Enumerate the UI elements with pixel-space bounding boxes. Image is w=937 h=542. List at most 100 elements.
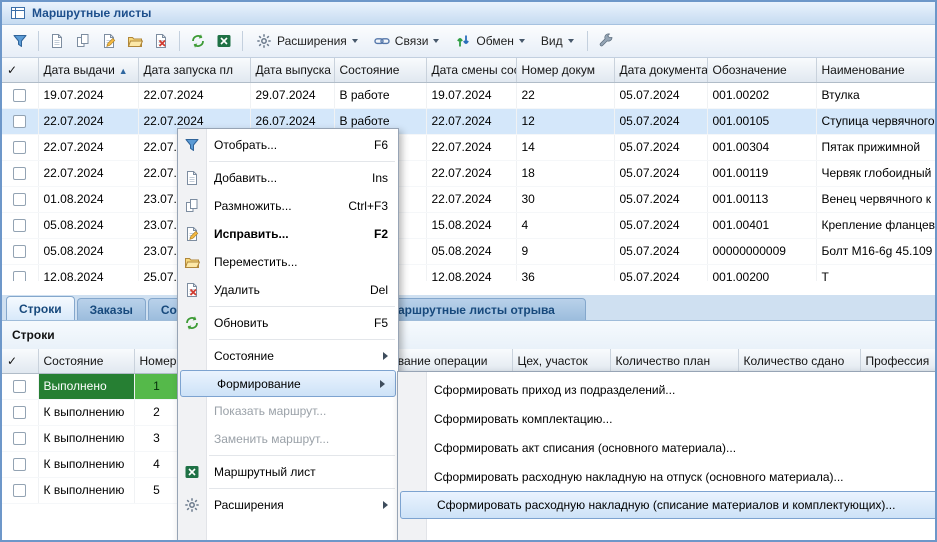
- column-header[interactable]: Наименование: [816, 58, 937, 82]
- row-checkbox[interactable]: [13, 193, 26, 206]
- column-header[interactable]: Количество план: [610, 349, 738, 373]
- excel-export-button[interactable]: [212, 29, 236, 53]
- row-checkbox[interactable]: [13, 167, 26, 180]
- column-header-date-issued[interactable]: Дата выдачи▲: [38, 58, 138, 82]
- move-button[interactable]: [123, 29, 147, 53]
- submenu-item-kitting[interactable]: Сформировать комплектацию...: [398, 404, 937, 433]
- table-row[interactable]: 05.08.2024 23.07.2024 15.08.2024 4 05.07…: [2, 212, 937, 238]
- cell[interactable]: 22.07.2024: [38, 160, 138, 186]
- delete-button[interactable]: [149, 29, 173, 53]
- row-checkbox[interactable]: [13, 484, 26, 497]
- cell[interactable]: Ступица червячного: [816, 108, 937, 134]
- cell[interactable]: Болт М16-6g 45.109: [816, 238, 937, 264]
- cell[interactable]: Пятак прижимной: [816, 134, 937, 160]
- view-menu-button[interactable]: Вид: [534, 31, 581, 51]
- cell[interactable]: 001.00119: [707, 160, 816, 186]
- cell[interactable]: 01.08.2024: [38, 186, 138, 212]
- clone-button[interactable]: [71, 29, 95, 53]
- cell[interactable]: 00000000009: [707, 238, 816, 264]
- cell[interactable]: 001.00401: [707, 212, 816, 238]
- cell[interactable]: 05.07.2024: [614, 134, 707, 160]
- menu-item-clone[interactable]: Размножить... Ctrl+F3: [178, 192, 398, 220]
- row-checkbox[interactable]: [13, 141, 26, 154]
- row-checkbox[interactable]: [13, 458, 26, 471]
- check-column-header[interactable]: ✓: [2, 349, 38, 373]
- cell[interactable]: 22.07.2024: [138, 82, 250, 108]
- check-column-header[interactable]: ✓: [2, 58, 38, 82]
- column-header[interactable]: Дата выпуска: [250, 58, 334, 82]
- cell[interactable]: 29.07.2024: [250, 82, 334, 108]
- column-header[interactable]: Номер: [134, 349, 179, 373]
- links-menu-button[interactable]: Связи: [367, 30, 447, 52]
- cell[interactable]: 30: [516, 186, 614, 212]
- menu-item-add[interactable]: Добавить... Ins: [178, 164, 398, 192]
- status-cell[interactable]: К выполнению: [38, 399, 134, 425]
- cell[interactable]: 22.07.2024: [38, 134, 138, 160]
- menu-item-extensions[interactable]: Расширения: [178, 491, 398, 519]
- cell[interactable]: 36: [516, 264, 614, 281]
- column-header[interactable]: Количество сдано: [738, 349, 860, 373]
- tab-zakazy[interactable]: Заказы: [77, 298, 146, 320]
- cell[interactable]: 12.08.2024: [38, 264, 138, 281]
- menu-item-select[interactable]: Отобрать... F6: [178, 131, 398, 159]
- cell[interactable]: 22.07.2024: [426, 134, 516, 160]
- cell[interactable]: 05.07.2024: [614, 238, 707, 264]
- table-row[interactable]: 01.08.2024 23.07.2024 22.07.2024 30 05.0…: [2, 186, 937, 212]
- menu-item-formation[interactable]: Формирование: [180, 370, 396, 397]
- extensions-menu-button[interactable]: Расширения: [249, 30, 365, 52]
- row-checkbox[interactable]: [13, 245, 26, 258]
- cell[interactable]: В работе: [334, 82, 426, 108]
- submenu-item-writeoff-invoice[interactable]: Сформировать расходную накладную (списан…: [400, 491, 937, 519]
- row-checkbox[interactable]: [13, 380, 26, 393]
- tab-stroki[interactable]: Строки: [6, 296, 75, 320]
- cell[interactable]: 001.00202: [707, 82, 816, 108]
- table-row[interactable]: 12.08.2024 25.07.2024 12.08.2024 36 05.0…: [2, 264, 937, 281]
- edit-button[interactable]: [97, 29, 121, 53]
- cell[interactable]: Крепление фланцев: [816, 212, 937, 238]
- cell[interactable]: 05.08.2024: [38, 212, 138, 238]
- menu-item-delete[interactable]: Удалить Del: [178, 276, 398, 304]
- cell[interactable]: 05.07.2024: [614, 108, 707, 134]
- column-header[interactable]: Цех, участок: [512, 349, 610, 373]
- menu-item-state[interactable]: Состояние: [178, 342, 398, 370]
- cell[interactable]: 05.07.2024: [614, 264, 707, 281]
- table-row[interactable]: 22.07.2024 22.07.2024 22.07.2024 18 05.0…: [2, 160, 937, 186]
- cell[interactable]: 05.07.2024: [614, 160, 707, 186]
- cell[interactable]: 05.08.2024: [38, 238, 138, 264]
- cell[interactable]: 22.07.2024: [426, 160, 516, 186]
- settings-button[interactable]: [594, 29, 618, 53]
- exchange-menu-button[interactable]: Обмен: [448, 30, 532, 52]
- cell[interactable]: 001.00105: [707, 108, 816, 134]
- cell[interactable]: 4: [134, 451, 179, 477]
- column-header[interactable]: Дата документа: [614, 58, 707, 82]
- column-header[interactable]: Дата запуска пл: [138, 58, 250, 82]
- column-header[interactable]: Номер докум: [516, 58, 614, 82]
- cell[interactable]: 2: [134, 399, 179, 425]
- cell[interactable]: Т: [816, 264, 937, 281]
- cell[interactable]: 22: [516, 82, 614, 108]
- cell[interactable]: 4: [516, 212, 614, 238]
- table-row-selected[interactable]: 22.07.2024 22.07.2024 26.07.2024 В работ…: [2, 108, 937, 134]
- column-header[interactable]: Обозначение: [707, 58, 816, 82]
- column-header[interactable]: Состояние: [38, 349, 134, 373]
- column-header[interactable]: Состояние: [334, 58, 426, 82]
- menu-item-move[interactable]: Переместить...: [178, 248, 398, 276]
- column-header[interactable]: Профессия: [860, 349, 937, 373]
- submenu-item-income-from-departments[interactable]: Сформировать приход из подразделений...: [398, 375, 937, 404]
- cell[interactable]: 14: [516, 134, 614, 160]
- cell[interactable]: 1: [134, 373, 179, 399]
- column-header[interactable]: Дата смены сос: [426, 58, 516, 82]
- row-checkbox[interactable]: [13, 271, 26, 281]
- cell[interactable]: Втулка: [816, 82, 937, 108]
- add-button[interactable]: [45, 29, 69, 53]
- status-cell[interactable]: К выполнению: [38, 477, 134, 503]
- cell[interactable]: 9: [516, 238, 614, 264]
- status-cell[interactable]: К выполнению: [38, 451, 134, 477]
- cell[interactable]: 19.07.2024: [426, 82, 516, 108]
- filter-button[interactable]: [8, 29, 32, 53]
- menu-item-edit[interactable]: Исправить... F2: [178, 220, 398, 248]
- cell[interactable]: 15.08.2024: [426, 212, 516, 238]
- cell[interactable]: 001.00200: [707, 264, 816, 281]
- row-checkbox[interactable]: [13, 89, 26, 102]
- row-checkbox[interactable]: [13, 219, 26, 232]
